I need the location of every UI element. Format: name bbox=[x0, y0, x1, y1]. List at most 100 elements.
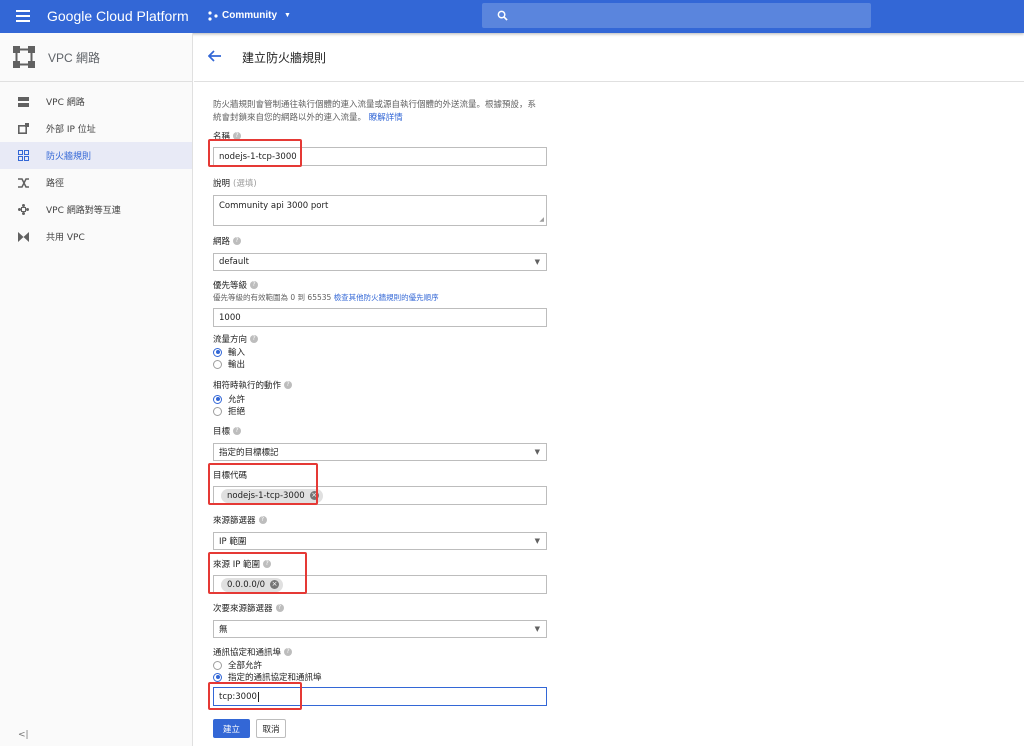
project-selector[interactable]: Community ▼ bbox=[208, 10, 291, 21]
resize-grip-icon[interactable]: ◢ bbox=[539, 216, 544, 223]
routes-icon bbox=[17, 177, 29, 189]
back-arrow-icon[interactable] bbox=[208, 50, 222, 62]
caret-down-icon: ▼ bbox=[284, 12, 291, 19]
description-value: Community api 3000 port bbox=[219, 201, 329, 211]
text-cursor bbox=[257, 691, 259, 702]
help-icon[interactable]: ? bbox=[258, 516, 267, 524]
protocols-radio-allow-all[interactable]: 全部允許 bbox=[213, 659, 547, 671]
help-icon[interactable]: ? bbox=[284, 648, 293, 656]
name-label-row: 名稱? bbox=[213, 130, 547, 142]
second-source-label: 次要來源篩選器 bbox=[213, 604, 273, 614]
sidebar-item-vpc-peering[interactable]: VPC 網路對等互連 bbox=[0, 196, 192, 223]
sidebar-item-vpc-networks[interactable]: VPC 網路 bbox=[0, 88, 192, 115]
help-icon[interactable]: ? bbox=[233, 237, 242, 245]
protocols-radio-specified[interactable]: 指定的通訊協定和通訊埠 bbox=[213, 671, 547, 683]
protocols-label-row: 通訊協定和通訊埠? bbox=[213, 646, 547, 658]
source-ip-input[interactable]: 0.0.0.0/0 × bbox=[213, 575, 547, 594]
priority-label-row: 優先等級? bbox=[213, 279, 547, 291]
source-filter-value: IP 範圍 bbox=[219, 537, 247, 547]
direction-radio-egress[interactable]: 輸出 bbox=[213, 358, 547, 370]
main-content: 建立防火牆規則 防火牆規則會管制通往執行個體的連入流量或源自執行個體的外送流量。… bbox=[194, 33, 1024, 746]
help-icon[interactable]: ? bbox=[275, 604, 284, 612]
help-icon[interactable]: ? bbox=[250, 281, 259, 289]
help-icon[interactable]: ? bbox=[284, 381, 293, 389]
search-input[interactable] bbox=[482, 3, 871, 28]
description-label: 說明 bbox=[213, 179, 231, 189]
sidebar: VPC 網路 VPC 網路 外部 IP 位址 防火牆規則 路徑 VPC 網路對等… bbox=[0, 33, 193, 746]
sidebar-item-external-ip[interactable]: 外部 IP 位址 bbox=[0, 115, 192, 142]
source-filter-label-row: 來源篩選器? bbox=[213, 514, 547, 526]
help-icon[interactable]: ? bbox=[263, 560, 272, 568]
priority-input[interactable]: 1000 bbox=[213, 308, 547, 327]
sidebar-item-label: VPC 網路對等互連 bbox=[46, 206, 121, 216]
intro-text: 防火牆規則會管制通往執行個體的連入流量或源自執行個體的外送流量。根據預設，系統會… bbox=[213, 99, 543, 125]
external-ip-icon bbox=[17, 123, 29, 135]
name-label: 名稱 bbox=[213, 132, 231, 142]
radio-label: 允許 bbox=[228, 395, 246, 405]
description-field-group: 說明 (選填) Community api 3000 port ◢ bbox=[213, 177, 547, 226]
collapse-sidebar-button[interactable]: <| bbox=[18, 730, 29, 740]
target-tags-input[interactable]: nodejs-1-tcp-3000 × bbox=[213, 486, 547, 505]
create-button[interactable]: 建立 bbox=[213, 719, 250, 738]
top-app-bar: Google Cloud Platform Community ▼ bbox=[0, 0, 1024, 33]
radio-label: 全部允許 bbox=[228, 661, 263, 671]
radio-selected bbox=[213, 394, 222, 404]
radio-label: 輸出 bbox=[228, 360, 246, 370]
sidebar-item-shared-vpc[interactable]: 共用 VPC bbox=[0, 223, 192, 250]
cancel-button[interactable]: 取消 bbox=[256, 719, 286, 738]
radio-label: 輸入 bbox=[228, 348, 246, 358]
chip-remove-icon[interactable]: × bbox=[270, 580, 280, 589]
name-field-group: 名稱? nodejs-1-tcp-3000 bbox=[213, 130, 547, 166]
project-dots-icon bbox=[208, 10, 218, 21]
target-label: 目標 bbox=[213, 427, 231, 437]
sidebar-item-routes[interactable]: 路徑 bbox=[0, 169, 192, 196]
target-label-row: 目標? bbox=[213, 425, 547, 437]
dropdown-arrow-icon: ▼ bbox=[534, 537, 540, 545]
learn-more-link[interactable]: 瞭解詳情 bbox=[369, 113, 403, 123]
radio-label: 拒絕 bbox=[228, 407, 246, 417]
dropdown-arrow-icon: ▼ bbox=[534, 258, 540, 266]
network-field-group: 網路? default ▼ bbox=[213, 235, 547, 271]
action-label-row: 相符時執行的動作? bbox=[213, 379, 547, 391]
second-source-field-group: 次要來源篩選器? 無 ▼ bbox=[213, 602, 547, 638]
target-select[interactable]: 指定的目標標記 ▼ bbox=[213, 443, 547, 461]
vpc-peering-icon bbox=[17, 204, 29, 216]
priority-hint-text: 優先等級的有效範圍為 0 到 65535 bbox=[213, 293, 332, 302]
shared-vpc-icon bbox=[17, 231, 29, 243]
sidebar-item-label: 共用 VPC bbox=[46, 233, 85, 243]
radio-selected bbox=[213, 672, 222, 682]
direction-radio-ingress[interactable]: 輸入 bbox=[213, 346, 547, 358]
help-icon[interactable]: ? bbox=[250, 335, 259, 343]
source-ip-chip: 0.0.0.0/0 × bbox=[221, 577, 284, 592]
priority-field-group: 優先等級? 優先等級的有效範圍為 0 到 65535 檢查其他防火牆規則的優先順… bbox=[213, 279, 547, 327]
source-ip-field-group: 來源 IP 範圍? 0.0.0.0/0 × bbox=[213, 558, 547, 594]
chip-remove-icon[interactable]: × bbox=[309, 491, 319, 500]
target-tags-label-row: 目標代碼 bbox=[213, 469, 547, 481]
brand-title[interactable]: Google Cloud Platform bbox=[47, 8, 189, 24]
source-filter-select[interactable]: IP 範圍 ▼ bbox=[213, 532, 547, 550]
second-source-select[interactable]: 無 ▼ bbox=[213, 620, 547, 638]
target-tags-field-group: 目標代碼 nodejs-1-tcp-3000 × bbox=[213, 469, 547, 505]
network-select[interactable]: default ▼ bbox=[213, 253, 547, 271]
hamburger-menu-icon[interactable] bbox=[16, 10, 30, 22]
help-icon[interactable]: ? bbox=[233, 427, 242, 435]
sidebar-item-label: VPC 網路 bbox=[46, 98, 85, 108]
page-title: 建立防火牆規則 bbox=[242, 51, 327, 65]
chip-label: 0.0.0.0/0 bbox=[227, 579, 266, 590]
protocols-input[interactable]: tcp:3000 bbox=[213, 687, 547, 706]
description-label-row: 說明 (選填) bbox=[213, 177, 547, 189]
source-filter-label: 來源篩選器 bbox=[213, 516, 256, 526]
help-icon[interactable]: ? bbox=[233, 132, 242, 140]
sidebar-item-label: 路徑 bbox=[46, 179, 65, 189]
action-radio-deny[interactable]: 拒絕 bbox=[213, 405, 547, 417]
dropdown-arrow-icon: ▼ bbox=[534, 625, 540, 633]
sidebar-item-label: 外部 IP 位址 bbox=[46, 125, 96, 135]
description-textarea[interactable]: Community api 3000 port ◢ bbox=[213, 195, 547, 226]
name-input[interactable]: nodejs-1-tcp-3000 bbox=[213, 147, 547, 166]
search-icon bbox=[497, 10, 508, 21]
optional-label: (選填) bbox=[233, 179, 257, 189]
sidebar-item-label: 防火牆規則 bbox=[46, 152, 92, 162]
sidebar-item-firewall[interactable]: 防火牆規則 bbox=[0, 142, 192, 169]
action-radio-allow[interactable]: 允許 bbox=[213, 393, 547, 405]
priority-link[interactable]: 檢查其他防火牆規則的優先順序 bbox=[334, 293, 439, 302]
